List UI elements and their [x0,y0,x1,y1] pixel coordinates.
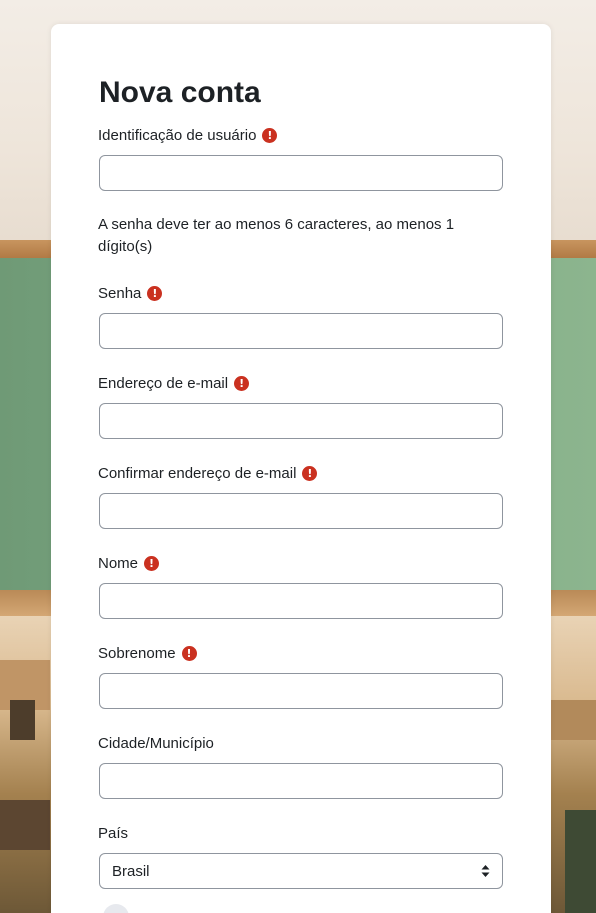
city-input[interactable] [99,763,503,799]
password-label: Senha [98,284,142,302]
required-icon: ! [262,127,278,143]
first-name-input[interactable] [99,583,503,619]
password-label-row: Senha ! [98,283,163,303]
signup-card: Nova conta Identificação de usuário ! A … [51,24,551,913]
email-label-row: Endereço de e-mail ! [98,373,250,393]
partial-next-element [103,904,129,913]
required-icon: ! [302,465,318,481]
select-arrows-icon [481,863,490,879]
username-label: Identificação de usuário [98,126,257,144]
username-input[interactable] [99,155,503,191]
required-icon: ! [181,645,197,661]
city-label-row: Cidade/Município [98,733,214,753]
last-name-input[interactable] [99,673,503,709]
required-icon: ! [234,375,250,391]
city-label: Cidade/Município [98,734,214,752]
email-confirm-label: Confirmar endereço de e-mail [98,464,297,482]
username-label-row: Identificação de usuário ! [98,125,278,145]
email-confirm-label-row: Confirmar endereço de e-mail ! [98,463,318,483]
page-title: Nova conta [99,76,261,109]
last-name-label: Sobrenome [98,644,176,662]
required-icon: ! [147,285,163,301]
country-label-row: País [98,823,128,843]
country-selected-value: Brasil [112,862,150,880]
password-input[interactable] [99,313,503,349]
email-input[interactable] [99,403,503,439]
first-name-label-row: Nome ! [98,553,160,573]
country-label: País [98,824,129,842]
password-hint: A senha deve ter ao menos 6 caracteres, … [98,216,455,255]
last-name-label-row: Sobrenome ! [98,643,197,663]
email-label: Endereço de e-mail [98,374,229,392]
first-name-label: Nome [98,554,139,572]
country-select[interactable]: Brasil [99,853,503,889]
required-icon: ! [144,555,160,571]
email-confirm-input[interactable] [99,493,503,529]
